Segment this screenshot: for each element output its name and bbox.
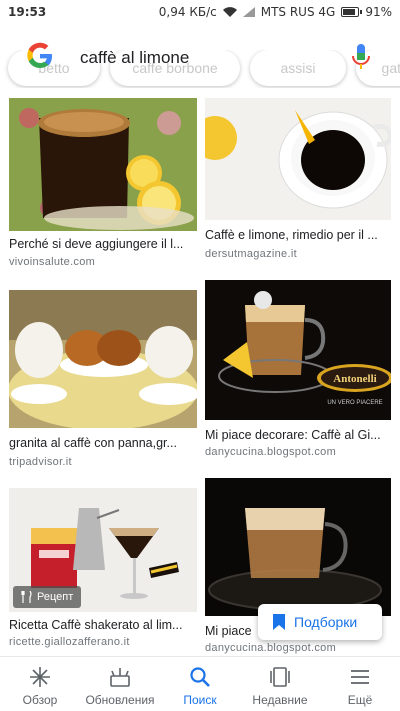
asterisk-icon [30, 667, 50, 687]
glass-coffee-cup-image [205, 478, 391, 616]
result-caption[interactable]: Perché si deve aggiungere il l... [9, 237, 199, 251]
wifi-icon [222, 7, 237, 17]
status-time: 19:53 [8, 5, 47, 19]
recent-icon [270, 667, 290, 687]
image-result[interactable]: Caffè e limone, rimedio per il ... dersu… [205, 98, 391, 268]
image-result[interactable]: granita al caffè con panna,gr... tripadv… [9, 290, 197, 470]
nav-label: Обзор [22, 693, 58, 707]
recipe-badge: Рецепт [13, 586, 82, 608]
result-caption[interactable]: Mi piace decorare: Caffè al Gi... [205, 428, 395, 442]
collections-button[interactable]: Подборки [258, 604, 382, 640]
result-source: dersutmagazine.it [205, 248, 297, 260]
battery-icon [341, 7, 363, 17]
black-coffee-cup-image [205, 98, 391, 220]
bottom-navigation: Обзор Обновления Поиск Недавние Ещё [0, 656, 400, 711]
result-caption[interactable]: Caffè e limone, rimedio per il ... [205, 228, 395, 242]
nav-label: Ещё [347, 693, 373, 707]
result-image[interactable] [205, 478, 391, 616]
result-source: danycucina.blogspot.com [205, 446, 337, 458]
result-source: vivoinsalute.com [9, 256, 96, 268]
nav-discover[interactable]: Обзор [0, 657, 80, 711]
image-results-grid: Perché si deve aggiungere il l... vivoin… [0, 96, 400, 656]
battery-percent: 91% [365, 5, 392, 19]
carrier-name: MTS RUS 4G [260, 5, 336, 19]
menu-icon [351, 670, 369, 684]
nav-updates[interactable]: Обновления [80, 657, 160, 711]
recipe-badge-label: Рецепт [37, 591, 74, 603]
result-source: tripadvisor.it [9, 456, 72, 468]
search-query[interactable]: caffè al limone [80, 48, 189, 68]
result-caption[interactable]: Ricetta Caffè shakerato al lim... [9, 618, 199, 632]
signal-icon [242, 7, 255, 17]
google-logo-icon [27, 42, 52, 68]
result-caption[interactable]: granita al caffè con panna,gr... [9, 436, 199, 450]
result-image[interactable] [205, 98, 391, 220]
image-result[interactable]: Antonelli UN VERO PIACERE Mi piace decor… [205, 280, 391, 470]
updates-icon [110, 668, 130, 687]
image-result[interactable]: Рецепт Ricetta Caffè shakerato al lim...… [9, 488, 197, 652]
cutlery-icon [21, 591, 32, 603]
status-bar: 19:53 0,94 КБ/с MTS RUS 4G 91% [0, 0, 400, 24]
search-icon [190, 667, 210, 687]
network-speed: 0,94 КБ/с [158, 5, 217, 19]
search-bar[interactable]: caffè al limone [0, 36, 400, 76]
image-result[interactable]: Perché si deve aggiungere il l... vivoin… [9, 98, 197, 268]
result-source: ricette.giallozafferano.it [9, 636, 130, 648]
nav-label: Поиск [183, 693, 217, 707]
collections-label: Подборки [294, 614, 358, 630]
brand-logo-text: Antonelli [333, 373, 376, 385]
search-header: betto caffe borbone assisi gattop caffè … [0, 26, 400, 96]
brand-slogan-text: UN VERO PIACERE [327, 400, 382, 406]
granita-pastries-image [9, 290, 197, 428]
nav-label: Обновления [85, 693, 155, 707]
bookmark-icon [273, 614, 285, 630]
nav-recent[interactable]: Недавние [240, 657, 320, 711]
result-image[interactable] [9, 98, 197, 231]
coffee-lemon-image [9, 98, 197, 231]
nav-more[interactable]: Ещё [320, 657, 400, 711]
battery-fill [343, 9, 356, 15]
result-image[interactable] [9, 290, 197, 428]
nav-search[interactable]: Поиск [160, 657, 240, 711]
result-image[interactable]: Antonelli UN VERO PIACERE [205, 280, 391, 420]
result-source: danycucina.blogspot.com [205, 642, 337, 654]
nav-label: Недавние [252, 693, 308, 707]
microphone-icon[interactable] [349, 42, 373, 72]
glass-coffee-cup-image: Antonelli UN VERO PIACERE [205, 280, 391, 420]
